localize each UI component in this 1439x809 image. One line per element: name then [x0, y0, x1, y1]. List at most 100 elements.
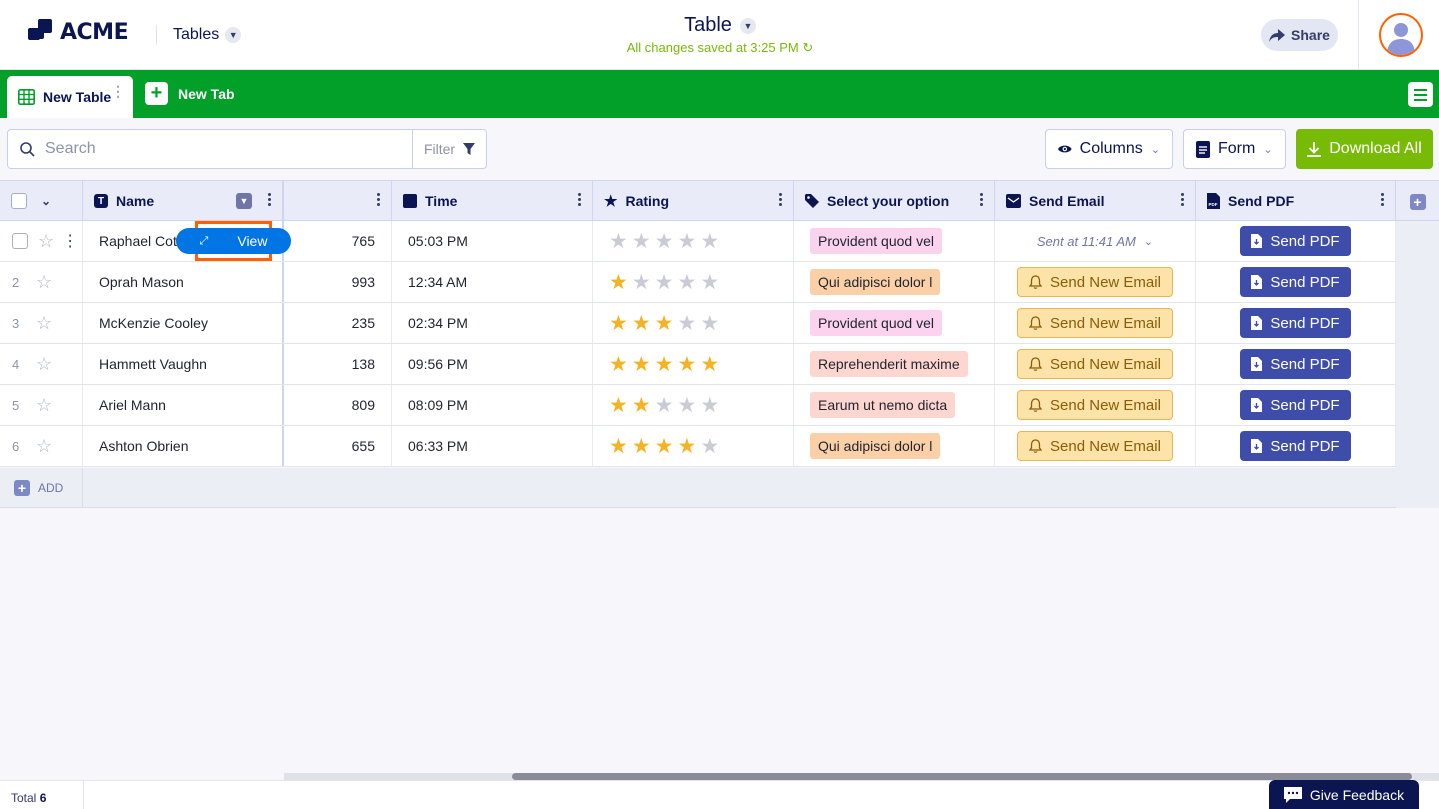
select-all-checkbox[interactable]: [11, 193, 27, 209]
rating-cell[interactable]: ★ ★ ★ ★ ★: [593, 385, 794, 425]
download-all-button[interactable]: Download All: [1296, 129, 1433, 169]
favorite-star-icon[interactable]: ☆: [36, 272, 52, 293]
rating-star-icon[interactable]: ★: [632, 272, 651, 293]
rating-star-icon[interactable]: ★: [632, 313, 651, 334]
name-cell[interactable]: Hammett Vaughn: [83, 344, 284, 384]
send-pdf-button[interactable]: Send PDF: [1240, 431, 1351, 461]
option-cell[interactable]: Reprehenderit maxime: [794, 344, 995, 384]
row-checkbox[interactable]: [12, 233, 28, 249]
rating-star-icon[interactable]: ★: [609, 436, 628, 457]
share-button[interactable]: Share: [1261, 19, 1338, 51]
add-column-button[interactable]: +: [1396, 182, 1439, 221]
favorite-star-icon[interactable]: ☆: [36, 436, 52, 457]
tab-new-table[interactable]: New Table ⋮: [7, 76, 133, 118]
table-row[interactable]: 3 ☆ McKenzie Cooley 235 02:34 PM ★ ★ ★ ★ ★ P…: [0, 303, 1396, 344]
columns-button[interactable]: Columns ⌄: [1045, 129, 1173, 169]
table-row[interactable]: 5 ☆ Ariel Mann 809 08:09 PM ★ ★ ★ ★ ★ Earum …: [0, 385, 1396, 426]
option-cell[interactable]: Qui adipisci dolor l: [794, 262, 995, 302]
number-cell[interactable]: 765: [284, 221, 392, 261]
rating-star-icon[interactable]: ★: [655, 395, 674, 416]
send-new-email-button[interactable]: Send New Email: [1017, 390, 1173, 420]
rating-star-icon[interactable]: ★: [677, 395, 696, 416]
rating-star-icon[interactable]: ★: [677, 436, 696, 457]
favorite-star-icon[interactable]: ☆: [38, 231, 54, 252]
table-row[interactable]: 6 ☆ Ashton Obrien 655 06:33 PM ★ ★ ★ ★ ★ Qui…: [0, 426, 1396, 467]
rating-star-icon[interactable]: ★: [655, 436, 674, 457]
column-header-email[interactable]: Send Email: [995, 181, 1196, 221]
number-cell[interactable]: 235: [284, 303, 392, 343]
rating-cell[interactable]: ★ ★ ★ ★ ★: [593, 262, 794, 302]
column-header-rating[interactable]: ★ Rating: [593, 181, 794, 221]
send-pdf-button[interactable]: Send PDF: [1240, 349, 1351, 379]
time-cell[interactable]: 02:34 PM: [392, 303, 593, 343]
rating-star-icon[interactable]: ★: [700, 395, 719, 416]
time-cell[interactable]: 09:56 PM: [392, 344, 593, 384]
rating-star-icon[interactable]: ★: [655, 313, 674, 334]
column-menu-icon[interactable]: [1181, 193, 1185, 206]
menu-icon[interactable]: [1408, 82, 1433, 107]
new-tab-button[interactable]: + New Tab: [145, 82, 235, 105]
rating-star-icon[interactable]: ★: [632, 231, 651, 252]
rating-star-icon[interactable]: ★: [700, 313, 719, 334]
view-record-button[interactable]: ⤢ View: [175, 221, 292, 261]
form-button[interactable]: Form ⌄: [1183, 129, 1286, 169]
number-cell[interactable]: 138: [284, 344, 392, 384]
select-menu-chevron-icon[interactable]: ⌄: [41, 194, 51, 208]
user-avatar[interactable]: [1379, 13, 1423, 57]
send-new-email-button[interactable]: Send New Email: [1017, 308, 1173, 338]
send-pdf-button[interactable]: Send PDF: [1240, 390, 1351, 420]
table-row[interactable]: 2 ☆ Oprah Mason 993 12:34 AM ★ ★ ★ ★ ★ Qui a…: [0, 262, 1396, 303]
page-title[interactable]: Table: [684, 14, 732, 37]
column-menu-icon[interactable]: [779, 193, 783, 206]
rating-star-icon[interactable]: ★: [700, 272, 719, 293]
send-pdf-button[interactable]: Send PDF: [1240, 267, 1351, 297]
rating-cell[interactable]: ★ ★ ★ ★ ★: [593, 303, 794, 343]
column-menu-icon[interactable]: [980, 193, 984, 206]
filter-button[interactable]: Filter: [412, 129, 487, 169]
rating-star-icon[interactable]: ★: [632, 395, 651, 416]
title-chevron-down-icon[interactable]: ▼: [739, 17, 756, 34]
time-cell[interactable]: 05:03 PM: [392, 221, 593, 261]
rating-star-icon[interactable]: ★: [655, 231, 674, 252]
number-cell[interactable]: 809: [284, 385, 392, 425]
column-menu-icon[interactable]: [1381, 193, 1385, 206]
name-cell[interactable]: Oprah Mason: [83, 262, 284, 302]
column-header-name[interactable]: T Name ▼: [83, 181, 284, 221]
favorite-star-icon[interactable]: ☆: [36, 313, 52, 334]
time-cell[interactable]: 12:34 AM: [392, 262, 593, 302]
rating-star-icon[interactable]: ★: [632, 354, 651, 375]
email-sent-status[interactable]: Sent at 11:41 AM ⌄: [1037, 234, 1153, 249]
rating-cell[interactable]: ★ ★ ★ ★ ★: [593, 426, 794, 466]
number-cell[interactable]: 993: [284, 262, 392, 302]
rating-cell[interactable]: ★ ★ ★ ★ ★: [593, 344, 794, 384]
rating-star-icon[interactable]: ★: [655, 272, 674, 293]
option-cell[interactable]: Qui adipisci dolor l: [794, 426, 995, 466]
give-feedback-button[interactable]: Give Feedback: [1269, 780, 1419, 809]
tables-menu[interactable]: Tables ▼: [173, 26, 242, 44]
search-input[interactable]: [45, 140, 385, 158]
rating-star-icon[interactable]: ★: [655, 354, 674, 375]
rating-star-icon[interactable]: ★: [609, 272, 628, 293]
rating-star-icon[interactable]: ★: [609, 354, 628, 375]
name-cell[interactable]: McKenzie Cooley: [83, 303, 284, 343]
column-menu-icon[interactable]: [268, 193, 272, 206]
name-cell[interactable]: Ariel Mann: [83, 385, 284, 425]
rating-cell[interactable]: ★ ★ ★ ★ ★: [593, 221, 794, 261]
rating-star-icon[interactable]: ★: [632, 436, 651, 457]
time-cell[interactable]: 06:33 PM: [392, 426, 593, 466]
favorite-star-icon[interactable]: ☆: [36, 354, 52, 375]
rating-star-icon[interactable]: ★: [609, 231, 628, 252]
horizontal-scrollbar-thumb[interactable]: [512, 773, 1412, 780]
table-row[interactable]: 4 ☆ Hammett Vaughn 138 09:56 PM ★ ★ ★ ★ ★ Re…: [0, 344, 1396, 385]
column-menu-icon[interactable]: [377, 193, 381, 206]
column-menu-icon[interactable]: [578, 193, 582, 206]
send-new-email-button[interactable]: Send New Email: [1017, 431, 1173, 461]
pin-icon[interactable]: ▼: [236, 193, 252, 209]
column-header-pdf[interactable]: PDF Send PDF: [1196, 181, 1396, 221]
rating-star-icon[interactable]: ★: [609, 313, 628, 334]
send-new-email-button[interactable]: Send New Email: [1017, 349, 1173, 379]
rating-star-icon[interactable]: ★: [700, 354, 719, 375]
option-cell[interactable]: Provident quod vel: [794, 303, 995, 343]
tab-more-icon[interactable]: ⋮: [111, 84, 125, 98]
rating-star-icon[interactable]: ★: [677, 231, 696, 252]
